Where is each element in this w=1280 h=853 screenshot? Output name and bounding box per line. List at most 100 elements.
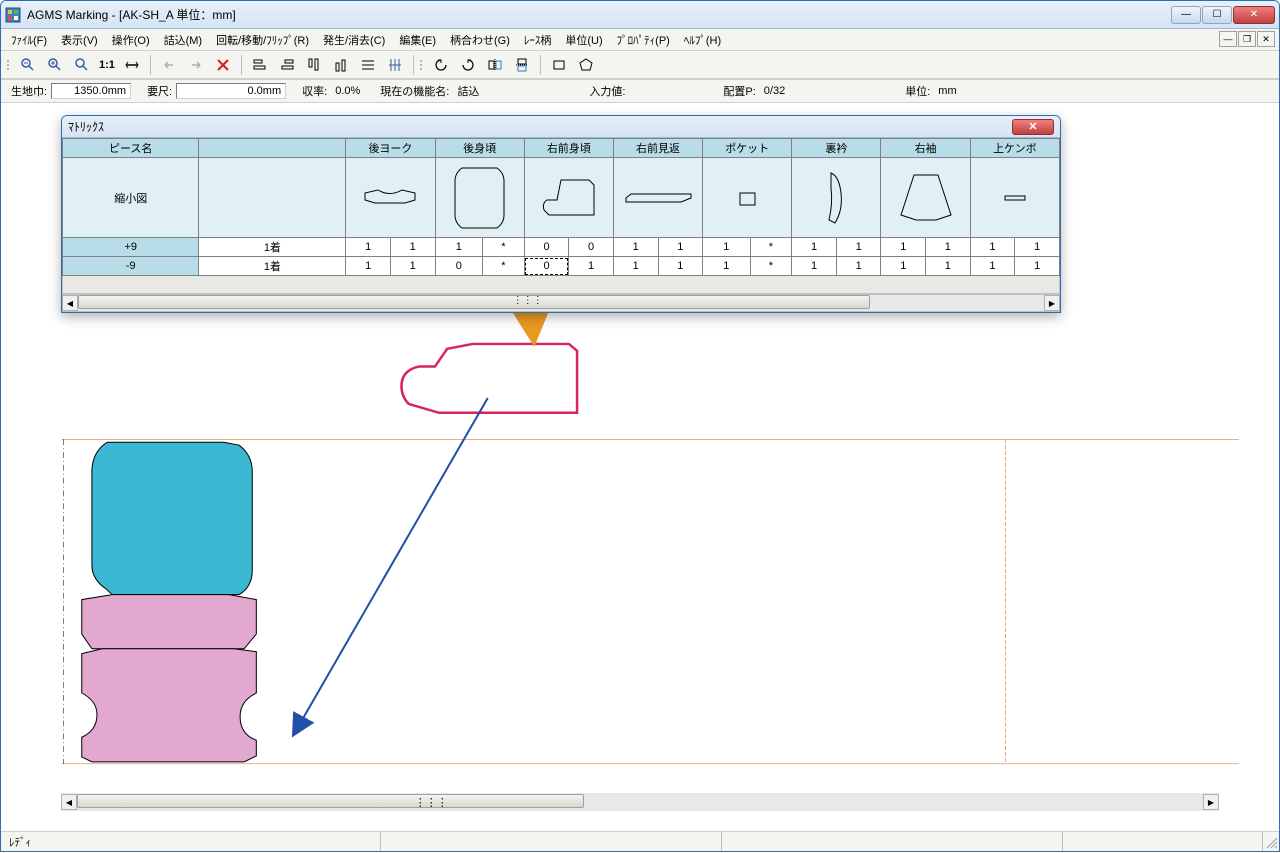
align-left-button[interactable] (248, 54, 272, 76)
scroll-left-arrow[interactable]: ◀ (61, 794, 77, 810)
table-cell[interactable]: * (750, 238, 792, 257)
table-cell[interactable]: 1 (569, 257, 614, 276)
maximize-button[interactable]: ☐ (1202, 6, 1232, 24)
flip-v-button[interactable] (510, 54, 534, 76)
table-cell[interactable]: 1 (1015, 257, 1060, 276)
matrix-thumb-yoke[interactable] (346, 158, 435, 238)
redo-button[interactable] (184, 54, 208, 76)
table-cell[interactable]: 0 (524, 238, 569, 257)
table-cell[interactable]: 1 (926, 238, 971, 257)
align-bottom-button[interactable] (329, 54, 353, 76)
canvas-h-scrollbar[interactable]: ◀ ⋮⋮⋮ ▶ (61, 793, 1219, 811)
fit-width-button[interactable] (120, 54, 144, 76)
zoom-fit-button[interactable] (70, 54, 94, 76)
table-cell[interactable]: 1 (658, 238, 703, 257)
table-cell[interactable]: 1 (346, 238, 391, 257)
table-cell[interactable]: * (750, 257, 792, 276)
menu-file[interactable]: ﾌｧｲﾙ(F) (5, 30, 53, 50)
efficiency-label: 収率: (298, 83, 331, 99)
table-cell[interactable]: 1 (881, 257, 926, 276)
table-cell[interactable]: 0 (569, 238, 614, 257)
table-cell[interactable]: 1 (658, 257, 703, 276)
matrix-thumb-rfront[interactable] (524, 158, 613, 238)
menu-lace[interactable]: ﾚｰｽ柄 (518, 30, 558, 50)
app-title: AGMS Marking - [AK-SH_A 単位：mm] (27, 6, 1171, 23)
align-right-button[interactable] (275, 54, 299, 76)
matrix-thumb-back[interactable] (435, 158, 524, 238)
table-cell[interactable]: 1 (613, 257, 658, 276)
zoom-in-button[interactable] (43, 54, 67, 76)
table-cell[interactable]: 1 (613, 238, 658, 257)
matrix-thumb-row: 縮小図 (63, 158, 1060, 238)
resize-grip[interactable] (1263, 834, 1279, 850)
matrix-thumb-kenbo[interactable] (970, 158, 1059, 238)
table-cell[interactable]: * (483, 238, 525, 257)
table-cell[interactable]: 1 (881, 238, 926, 257)
zoom-11-label[interactable]: 1:1 (97, 59, 117, 71)
scroll-thumb[interactable] (77, 794, 584, 808)
toolbar-grip[interactable] (7, 54, 11, 76)
table-cell[interactable]: 1 (390, 238, 435, 257)
shape-rect-button[interactable] (547, 54, 571, 76)
table-cell[interactable]: 1 (390, 257, 435, 276)
table-cell[interactable]: 1 (836, 257, 881, 276)
grid-button[interactable] (383, 54, 407, 76)
table-cell[interactable]: 1着 (199, 257, 346, 276)
matrix-scroll-right-arrow[interactable]: ▶ (1044, 295, 1060, 311)
table-cell[interactable]: 1 (970, 238, 1015, 257)
menu-help[interactable]: ﾍﾙﾌﾟ(H) (678, 30, 727, 50)
table-cell[interactable]: 1 (346, 257, 391, 276)
menu-nest[interactable]: 詰込(M) (158, 30, 209, 50)
rotate-ccw-button[interactable] (429, 54, 453, 76)
matrix-scrollbar[interactable]: ◀ ⋮⋮⋮ ▶ (62, 294, 1060, 312)
menu-rotate[interactable]: 回転/移動/ﾌﾘｯﾌﾟ(R) (210, 30, 315, 50)
matrix-window[interactable]: ﾏﾄﾘｯｸｽ ✕ ピース名 後ヨーク 後身頃 右前身頃 右前見返 ポケット 裏衿… (61, 115, 1061, 313)
toolbar: 1:1 (1, 51, 1279, 79)
table-cell[interactable]: 1 (1015, 238, 1060, 257)
menu-property[interactable]: ﾌﾟﾛﾊﾟﾃｨ(P) (611, 30, 676, 50)
matrix-close-button[interactable]: ✕ (1012, 119, 1054, 135)
table-cell[interactable]: * (483, 257, 525, 276)
doc-restore-button[interactable]: ❐ (1238, 31, 1256, 47)
table-cell[interactable]: 1 (792, 238, 837, 257)
matrix-thumb-rsleeve[interactable] (881, 158, 970, 238)
distribute-button[interactable] (356, 54, 380, 76)
menu-operate[interactable]: 操作(O) (106, 30, 156, 50)
close-button[interactable]: ✕ (1233, 6, 1275, 24)
table-cell[interactable]: 1 (836, 238, 881, 257)
matrix-thumb-pocket[interactable] (703, 158, 792, 238)
table-cell[interactable]: 1 (435, 238, 482, 257)
menu-create[interactable]: 発生/消去(C) (317, 30, 391, 50)
table-cell-selected[interactable]: 0 (524, 257, 569, 276)
table-cell[interactable]: 1 (792, 257, 837, 276)
matrix-scroll-left-arrow[interactable]: ◀ (62, 295, 78, 311)
delete-button[interactable] (211, 54, 235, 76)
scroll-right-arrow[interactable]: ▶ (1203, 794, 1219, 810)
menu-pattern[interactable]: 柄合わせ(G) (444, 30, 516, 50)
align-top-button[interactable] (302, 54, 326, 76)
rotate-cw-button[interactable] (456, 54, 480, 76)
menu-unit[interactable]: 単位(U) (559, 30, 608, 50)
undo-button[interactable] (157, 54, 181, 76)
matrix-header-row: ピース名 後ヨーク 後身頃 右前身頃 右前見返 ポケット 裏衿 右袖 上ケンボ (63, 139, 1060, 158)
matrix-titlebar[interactable]: ﾏﾄﾘｯｸｽ ✕ (62, 116, 1060, 138)
matrix-col-piece: ピース名 (63, 139, 199, 158)
table-cell[interactable]: 0 (435, 257, 482, 276)
table-cell[interactable]: 1 (703, 257, 750, 276)
table-cell[interactable]: 1 (970, 257, 1015, 276)
table-cell[interactable]: 1着 (199, 238, 346, 257)
flip-h-button[interactable] (483, 54, 507, 76)
menu-edit[interactable]: 編集(E) (393, 30, 442, 50)
toolbar-grip-2[interactable] (420, 54, 424, 76)
matrix-thumb-collar[interactable] (792, 158, 881, 238)
table-cell[interactable]: 1 (703, 238, 750, 257)
matrix-scroll-thumb[interactable] (78, 295, 870, 309)
menu-view[interactable]: 表示(V) (55, 30, 104, 50)
doc-close-button[interactable]: ✕ (1257, 31, 1275, 47)
minimize-button[interactable]: — (1171, 6, 1201, 24)
table-cell[interactable]: 1 (926, 257, 971, 276)
matrix-thumb-rfacing[interactable] (613, 158, 702, 238)
shape-poly-button[interactable] (574, 54, 598, 76)
zoom-out-button[interactable] (16, 54, 40, 76)
doc-minimize-button[interactable]: — (1219, 31, 1237, 47)
